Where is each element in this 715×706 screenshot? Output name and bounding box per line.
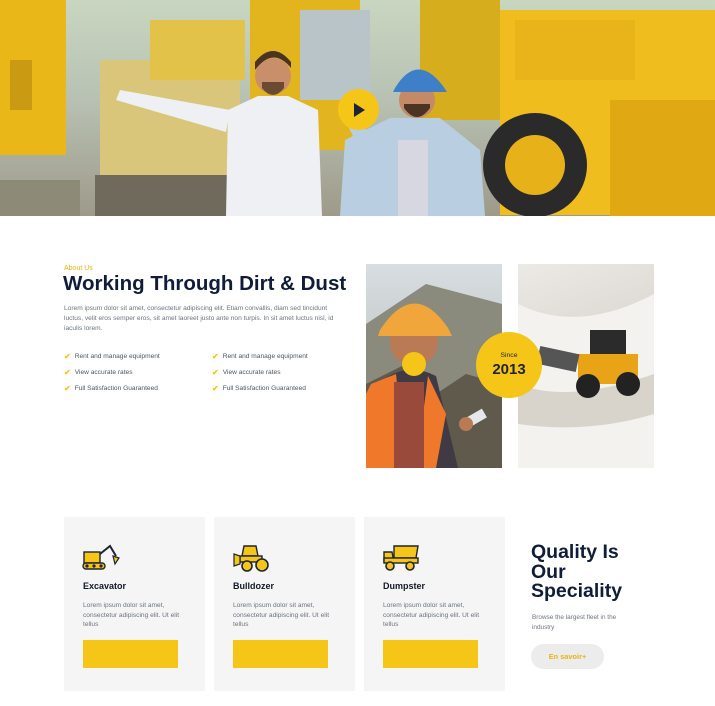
service-title: Bulldozer: [233, 581, 275, 591]
service-button-dumpster[interactable]: [383, 640, 478, 668]
feature-item: ✔ View accurate rates: [64, 367, 133, 377]
feature-item: ✔ View accurate rates: [212, 367, 281, 377]
dump-truck-icon: [383, 545, 419, 571]
feature-list-left: ✔ Rent and manage equipment ✔ View accurat…: [64, 348, 160, 396]
service-card-dumpster: Dumpster Lorem ipsum dolor sit amet, con…: [364, 517, 505, 691]
excavator-icon: [82, 544, 120, 570]
hero-banner: [0, 0, 715, 216]
learn-more-button[interactable]: En savoir+: [531, 644, 604, 669]
service-button-bulldozer[interactable]: [233, 640, 328, 668]
since-label: Since: [500, 352, 518, 359]
check-icon: ✔: [212, 367, 219, 377]
feature-item: ✔ Rent and manage equipment: [64, 351, 160, 361]
play-icon: [353, 102, 365, 117]
about-description: Lorem ipsum dolor sit amet, consectetur …: [64, 305, 334, 332]
quality-heading: Quality Is Our Speciality: [531, 541, 623, 602]
check-icon: ✔: [64, 383, 71, 393]
service-title: Dumpster: [383, 581, 426, 591]
about-title: Working Through Dirt & Dust: [63, 272, 347, 295]
service-title: Excavator: [83, 581, 127, 591]
check-icon: ✔: [64, 367, 71, 377]
since-year: 2013: [492, 361, 526, 378]
feature-item: ✔ Rent and manage equipment: [212, 351, 308, 361]
play-video-button[interactable]: [338, 89, 379, 130]
feature-list-right: ✔ Rent and manage equipment ✔ View accurat…: [212, 348, 308, 396]
service-text: Lorem ipsum dolor sit amet, consectetur …: [83, 602, 180, 628]
bulldozer-icon: [233, 545, 269, 572]
since-badge: Since 2013: [476, 332, 542, 398]
check-icon: ✔: [212, 383, 219, 393]
quality-subtitle: Browse the largest fleet in the industry: [532, 614, 617, 631]
service-button-excavator[interactable]: [83, 640, 178, 668]
feature-item: ✔ Full Satisfaction Guaranteed: [64, 383, 158, 393]
service-card-bulldozer: Bulldozer Lorem ipsum dolor sit amet, co…: [214, 517, 355, 691]
check-icon: ✔: [212, 351, 219, 361]
service-card-excavator: Excavator Lorem ipsum dolor sit amet, co…: [64, 517, 205, 691]
about-eyebrow: About Us: [64, 265, 93, 272]
service-text: Lorem ipsum dolor sit amet, consectetur …: [383, 602, 480, 628]
feature-item: ✔ Full Satisfaction Guaranteed: [212, 383, 306, 393]
check-icon: ✔: [64, 351, 71, 361]
service-text: Lorem ipsum dolor sit amet, consectetur …: [233, 602, 330, 628]
